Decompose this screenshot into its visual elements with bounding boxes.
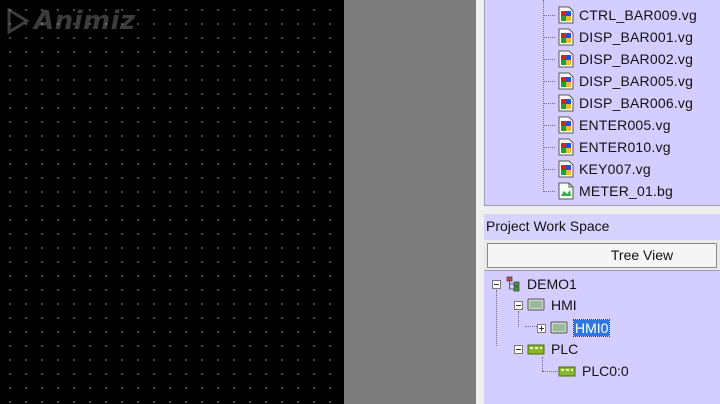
project-tree: DEMO1 HMI HMI0 PLC PLC0:0 (484, 270, 720, 404)
tree-node-label: PLC (551, 341, 579, 357)
file-item-label: DISP_BAR005.vg (579, 73, 694, 89)
design-canvas[interactable]: Animiz (0, 0, 344, 404)
file-item-label: METER_01.bg (579, 183, 674, 199)
collapse-toggle[interactable] (492, 279, 501, 289)
file-item-label: CTRL_BAR009.vg (579, 7, 697, 23)
plc-module-icon (558, 366, 576, 377)
plc-module-icon (527, 344, 545, 355)
collapse-toggle[interactable] (514, 344, 523, 354)
vg-file-icon (558, 160, 574, 178)
tree-node-label: DEMO1 (527, 276, 577, 292)
hmi-panel-icon (550, 321, 568, 334)
play-logo-icon (7, 8, 30, 34)
vg-file-icon (558, 94, 574, 112)
vg-file-icon (558, 72, 574, 90)
tree-node-label: PLC0:0 (582, 363, 629, 379)
vg-file-icon (558, 138, 574, 156)
file-item-disp-bar006[interactable]: DISP_BAR006.vg (543, 92, 693, 114)
file-item-disp-bar002[interactable]: DISP_BAR002.vg (543, 48, 693, 70)
vg-file-icon (558, 6, 574, 24)
collapse-toggle[interactable] (514, 300, 523, 310)
file-item-label: DISP_BAR002.vg (579, 51, 694, 67)
watermark-logo: Animiz (6, 6, 136, 36)
vg-file-icon (558, 116, 574, 134)
panel-separator (476, 206, 720, 214)
vg-file-icon (558, 50, 574, 68)
file-item-meter-01[interactable]: METER_01.bg (543, 180, 673, 202)
tree-node-demo1[interactable]: DEMO1 (492, 274, 577, 294)
file-item-label: ENTER005.vg (579, 117, 671, 133)
project-workspace-title: Project Work Space (484, 214, 720, 240)
tree-node-label: HMI0 (572, 319, 611, 337)
file-item-label: KEY007.vg (579, 161, 651, 177)
hmi-panel-icon (527, 298, 545, 311)
tree-node-plc[interactable]: PLC (514, 339, 578, 359)
vg-file-icon (558, 28, 574, 46)
watermark-text: Animiz (34, 6, 136, 36)
file-item-label: DISP_BAR001.vg (579, 29, 694, 45)
workspace-gray-area (344, 0, 476, 404)
file-item-disp-bar001[interactable]: DISP_BAR001.vg (543, 26, 693, 48)
file-item-key007[interactable]: KEY007.vg (543, 158, 651, 180)
project-root-icon (506, 276, 520, 292)
bg-file-icon (558, 182, 574, 200)
view-toolbar: Tree View (484, 240, 720, 270)
expand-toggle[interactable] (537, 323, 546, 333)
file-item-enter010[interactable]: ENTER010.vg (543, 136, 671, 158)
file-item-disp-bar005[interactable]: DISP_BAR005.vg (543, 70, 693, 92)
tree-view-button[interactable]: Tree View (487, 242, 717, 268)
tree-node-hmi[interactable]: HMI (514, 295, 577, 315)
tree-node-label: HMI (551, 297, 577, 313)
tree-node-hmi0[interactable]: HMI0 (537, 318, 611, 338)
file-item-ctrl-bar009[interactable]: CTRL_BAR009.vg (543, 4, 697, 26)
panel-splitter[interactable] (476, 0, 484, 404)
file-item-label: ENTER010.vg (579, 139, 671, 155)
file-item-enter005[interactable]: ENTER005.vg (543, 114, 671, 136)
file-item-label: DISP_BAR006.vg (579, 95, 694, 111)
tree-node-plc0[interactable]: PLC0:0 (558, 361, 629, 381)
